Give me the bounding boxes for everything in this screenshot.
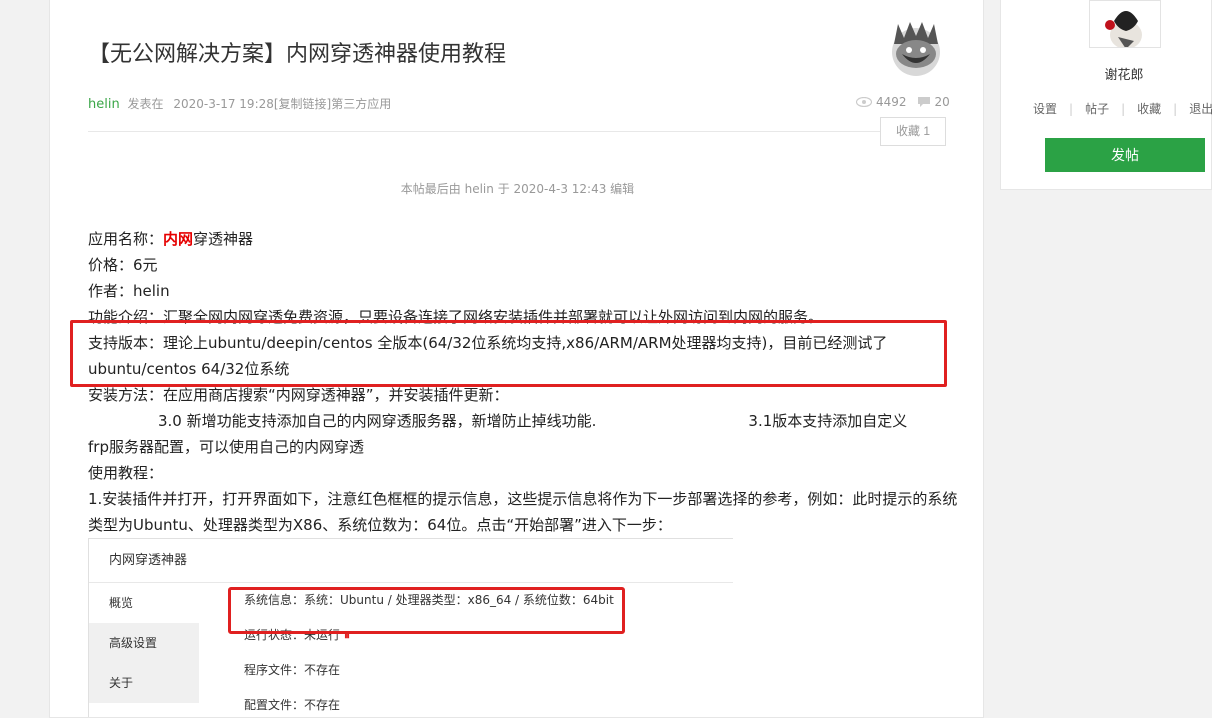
screenshot-menu-advanced: 高级设置 xyxy=(89,623,199,663)
update-line-cont: frp服务器配置，可以使用自己的内网穿透 xyxy=(88,438,364,456)
category-link[interactable]: 第三方应用 xyxy=(331,97,391,111)
screenshot-sidebar: 概览 高级设置 关于 xyxy=(89,583,199,717)
step-1-text: 1.安装插件并打开，打开界面如下，注意红色框框的提示信息，这些提示信息将作为下一… xyxy=(88,490,958,534)
posted-label: 发表在 xyxy=(127,97,164,111)
settings-link[interactable]: 设置 xyxy=(1033,102,1057,116)
screenshot-menu-about: 关于 xyxy=(89,663,199,703)
view-count: 4492 xyxy=(876,95,907,109)
author-line: 作者：helin xyxy=(88,282,170,300)
eye-icon xyxy=(856,97,872,107)
author-badge-icon xyxy=(886,20,946,76)
program-file-status: 程序文件：不存在 xyxy=(244,663,341,677)
new-post-button[interactable]: 发帖 xyxy=(1045,138,1205,172)
logout-link[interactable]: 退出 xyxy=(1189,102,1212,116)
sysinfo-highlight-box xyxy=(228,587,625,634)
tutorial-heading: 使用教程： xyxy=(88,464,164,482)
support-highlight-box xyxy=(70,320,947,387)
highlight-keyword: 内网 xyxy=(163,230,194,248)
author-link[interactable]: helin xyxy=(88,97,120,112)
header-divider xyxy=(88,131,946,132)
post-date: 2020-3-17 19:28 xyxy=(173,97,274,111)
avatar[interactable] xyxy=(1089,0,1161,48)
config-file-status: 配置文件：不存在 xyxy=(244,698,341,712)
posts-link[interactable]: 帖子 xyxy=(1085,102,1109,116)
screenshot-window-title: 内网穿透神器 xyxy=(89,539,733,583)
favorites-link[interactable]: 收藏 xyxy=(1137,102,1161,116)
user-sidebar: 谢花郎 设置 | 帖子 | 收藏 | 退出 发帖 xyxy=(1000,0,1212,190)
post-meta: helin 发表在 2020-3-17 19:28[复制链接]第三方应用 xyxy=(88,95,391,112)
post-title: 【无公网解决方案】内网穿透神器使用教程 xyxy=(88,42,507,67)
username[interactable]: 谢花郎 xyxy=(1001,64,1212,83)
copy-link[interactable]: [复制链接] xyxy=(274,97,331,111)
user-links: 设置 | 帖子 | 收藏 | 退出 xyxy=(1033,102,1212,116)
post-stats: 4492 20 xyxy=(856,95,950,109)
price-line: 价格：6元 xyxy=(88,256,158,274)
reply-count: 20 xyxy=(934,95,950,109)
favorite-button[interactable]: 收藏 1 xyxy=(880,117,946,146)
app-name-line: 应用名称：内网穿透神器 xyxy=(88,230,254,248)
update-line: 3.0 新增功能支持添加自己的内网穿透服务器，新增防止掉线功能. 3.1版本支持添… xyxy=(158,412,908,430)
comment-icon xyxy=(917,96,931,108)
screenshot-menu-overview: 概览 xyxy=(89,583,199,623)
edit-note: 本帖最后由 helin 于 2020-4-3 12:43 编辑 xyxy=(400,182,635,196)
